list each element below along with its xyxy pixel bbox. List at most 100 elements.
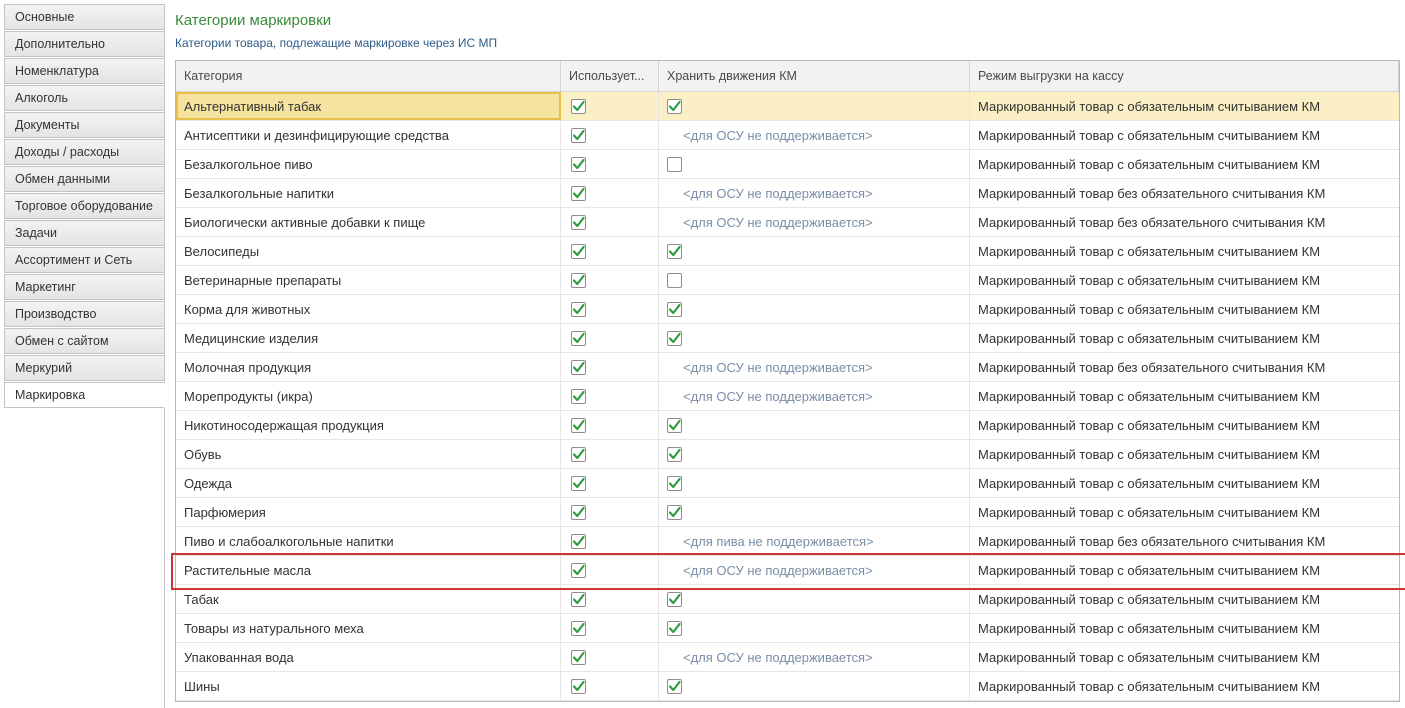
category-cell[interactable]: Никотиносодержащая продукция xyxy=(176,411,561,439)
table-row[interactable]: Пиво и слабоалкогольные напитки <для пива… xyxy=(176,527,1399,556)
tab-9[interactable]: Задачи xyxy=(4,220,165,246)
column-header-upload-mode[interactable]: Режим выгрузки на кассу xyxy=(970,61,1399,91)
tab-11[interactable]: Маркетинг xyxy=(4,274,165,300)
used-checkbox[interactable] xyxy=(571,504,586,520)
tab-1[interactable]: Основные xyxy=(4,4,165,30)
upload-mode-cell[interactable]: Маркированный товар с обязательным считы… xyxy=(970,672,1399,700)
upload-mode-cell[interactable]: Маркированный товар без обязательного сч… xyxy=(970,208,1399,236)
category-cell[interactable]: Товары из натурального меха xyxy=(176,614,561,642)
category-cell[interactable]: Биологически активные добавки к пище xyxy=(176,208,561,236)
upload-mode-cell[interactable]: Маркированный товар без обязательного сч… xyxy=(970,353,1399,381)
category-cell[interactable]: Растительные масла xyxy=(176,556,561,584)
category-cell[interactable]: Обувь xyxy=(176,440,561,468)
table-row[interactable]: Табак Маркированный товар с обязательным … xyxy=(176,585,1399,614)
table-row[interactable]: Ветеринарные препараты Маркированный това… xyxy=(176,266,1399,295)
table-row[interactable]: Шины Маркированный товар с обязательным с… xyxy=(176,672,1399,701)
store-km-checkbox[interactable] xyxy=(667,156,682,172)
upload-mode-cell[interactable]: Маркированный товар с обязательным считы… xyxy=(970,266,1399,294)
upload-mode-cell[interactable]: Маркированный товар без обязательного сч… xyxy=(970,179,1399,207)
tab-4[interactable]: Алкоголь xyxy=(4,85,165,111)
tab-10[interactable]: Ассортимент и Сеть xyxy=(4,247,165,273)
used-checkbox[interactable] xyxy=(571,301,586,317)
table-row[interactable]: Морепродукты (икра) <для ОСУ не поддержив… xyxy=(176,382,1399,411)
upload-mode-cell[interactable]: Маркированный товар с обязательным считы… xyxy=(970,498,1399,526)
store-km-checkbox[interactable] xyxy=(667,243,682,259)
table-row[interactable]: Антисептики и дезинфицирующие средства <д… xyxy=(176,121,1399,150)
table-row[interactable]: Безалкогольные напитки <для ОСУ не поддер… xyxy=(176,179,1399,208)
used-checkbox[interactable] xyxy=(571,98,586,114)
table-row[interactable]: Корма для животных Маркированный товар с … xyxy=(176,295,1399,324)
category-cell[interactable]: Упакованная вода xyxy=(176,643,561,671)
upload-mode-cell[interactable]: Маркированный товар с обязательным считы… xyxy=(970,324,1399,352)
table-row[interactable]: Парфюмерия Маркированный товар с обязател… xyxy=(176,498,1399,527)
category-cell[interactable]: Безалкогольное пиво xyxy=(176,150,561,178)
category-cell[interactable]: Парфюмерия xyxy=(176,498,561,526)
tab-12[interactable]: Производство xyxy=(4,301,165,327)
category-cell[interactable]: Медицинские изделия xyxy=(176,324,561,352)
used-checkbox[interactable] xyxy=(571,591,586,607)
table-row[interactable]: Растительные масла <для ОСУ не поддержива… xyxy=(176,556,1399,585)
upload-mode-cell[interactable]: Маркированный товар с обязательным считы… xyxy=(970,92,1399,120)
tab-3[interactable]: Номенклатура xyxy=(4,58,165,84)
used-checkbox[interactable] xyxy=(571,127,586,143)
category-cell[interactable]: Морепродукты (икра) xyxy=(176,382,561,410)
category-cell[interactable]: Пиво и слабоалкогольные напитки xyxy=(176,527,561,555)
table-row[interactable]: Обувь Маркированный товар с обязательным … xyxy=(176,440,1399,469)
store-km-checkbox[interactable] xyxy=(667,620,682,636)
table-row[interactable]: Безалкогольное пиво Маркированный товар с… xyxy=(176,150,1399,179)
category-cell[interactable]: Ветеринарные препараты xyxy=(176,266,561,294)
store-km-checkbox[interactable] xyxy=(667,98,682,114)
upload-mode-cell[interactable]: Маркированный товар с обязательным считы… xyxy=(970,411,1399,439)
table-row[interactable]: Велосипеды Маркированный товар с обязател… xyxy=(176,237,1399,266)
tab-2[interactable]: Дополнительно xyxy=(4,31,165,57)
used-checkbox[interactable] xyxy=(571,214,586,230)
tab-8[interactable]: Торговое оборудование xyxy=(4,193,165,219)
upload-mode-cell[interactable]: Маркированный товар с обязательным считы… xyxy=(970,440,1399,468)
category-cell[interactable]: Молочная продукция xyxy=(176,353,561,381)
upload-mode-cell[interactable]: Маркированный товар без обязательного сч… xyxy=(970,527,1399,555)
column-header-store-km[interactable]: Хранить движения КМ xyxy=(659,61,970,91)
used-checkbox[interactable] xyxy=(571,649,586,665)
store-km-checkbox[interactable] xyxy=(667,475,682,491)
used-checkbox[interactable] xyxy=(571,562,586,578)
store-km-checkbox[interactable] xyxy=(667,504,682,520)
upload-mode-cell[interactable]: Маркированный товар с обязательным считы… xyxy=(970,382,1399,410)
category-cell[interactable]: Табак xyxy=(176,585,561,613)
tab-6[interactable]: Доходы / расходы xyxy=(4,139,165,165)
table-row[interactable]: Никотиносодержащая продукция Маркированны… xyxy=(176,411,1399,440)
upload-mode-cell[interactable]: Маркированный товар с обязательным считы… xyxy=(970,469,1399,497)
upload-mode-cell[interactable]: Маркированный товар с обязательным считы… xyxy=(970,121,1399,149)
upload-mode-cell[interactable]: Маркированный товар с обязательным считы… xyxy=(970,295,1399,323)
used-checkbox[interactable] xyxy=(571,446,586,462)
category-cell[interactable]: Велосипеды xyxy=(176,237,561,265)
table-row[interactable]: Биологически активные добавки к пище <для… xyxy=(176,208,1399,237)
upload-mode-cell[interactable]: Маркированный товар с обязательным считы… xyxy=(970,585,1399,613)
table-row[interactable]: Молочная продукция <для ОСУ не поддержива… xyxy=(176,353,1399,382)
category-cell[interactable]: Безалкогольные напитки xyxy=(176,179,561,207)
tab-15[interactable]: Маркировка xyxy=(4,382,165,408)
store-km-checkbox[interactable] xyxy=(667,446,682,462)
tab-7[interactable]: Обмен данными xyxy=(4,166,165,192)
table-row[interactable]: Упакованная вода <для ОСУ не поддерживает… xyxy=(176,643,1399,672)
store-km-checkbox[interactable] xyxy=(667,591,682,607)
used-checkbox[interactable] xyxy=(571,620,586,636)
category-cell[interactable]: Альтернативный табак xyxy=(176,92,561,120)
upload-mode-cell[interactable]: Маркированный товар с обязательным считы… xyxy=(970,150,1399,178)
table-row[interactable]: Товары из натурального меха Маркированный… xyxy=(176,614,1399,643)
table-row[interactable]: Альтернативный табак Маркированный товар … xyxy=(176,92,1399,121)
column-header-category[interactable]: Категория xyxy=(176,61,561,91)
category-cell[interactable]: Антисептики и дезинфицирующие средства xyxy=(176,121,561,149)
used-checkbox[interactable] xyxy=(571,678,586,694)
upload-mode-cell[interactable]: Маркированный товар с обязательным считы… xyxy=(970,237,1399,265)
tab-13[interactable]: Обмен с сайтом xyxy=(4,328,165,354)
used-checkbox[interactable] xyxy=(571,475,586,491)
store-km-checkbox[interactable] xyxy=(667,417,682,433)
used-checkbox[interactable] xyxy=(571,359,586,375)
table-row[interactable]: Медицинские изделия Маркированный товар с… xyxy=(176,324,1399,353)
used-checkbox[interactable] xyxy=(571,417,586,433)
used-checkbox[interactable] xyxy=(571,533,586,549)
table-row[interactable]: Одежда Маркированный товар с обязательным… xyxy=(176,469,1399,498)
used-checkbox[interactable] xyxy=(571,330,586,346)
store-km-checkbox[interactable] xyxy=(667,330,682,346)
used-checkbox[interactable] xyxy=(571,388,586,404)
